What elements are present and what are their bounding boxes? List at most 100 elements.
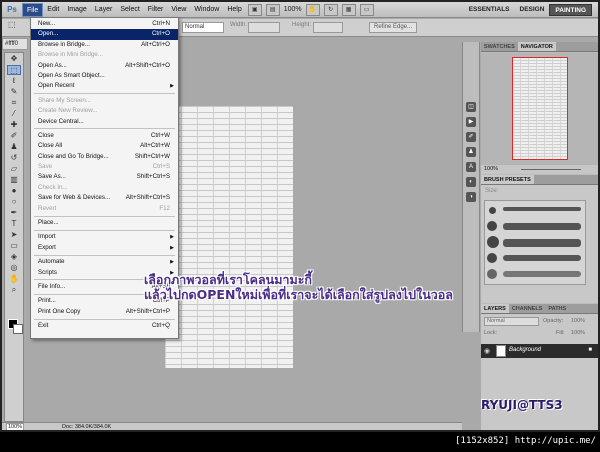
navigator-zoom-value[interactable]: 100% (484, 166, 498, 172)
brush-tool-icon[interactable]: ✐ (7, 131, 21, 141)
history-brush-icon[interactable]: ↺ (7, 153, 21, 163)
file-menu-item-browse-in-bridge[interactable]: Browse in Bridge... Alt+Ctrl+O (31, 40, 178, 50)
marquee-tool-icon[interactable]: ⬚ (8, 20, 16, 29)
brush-panel-icon[interactable]: ✐ (466, 132, 476, 142)
tab-swatches[interactable]: SWATCHES (481, 42, 518, 51)
file-menu-item-close-all[interactable]: Close All Alt+Ctrl+W (31, 141, 178, 151)
workspace-painting[interactable]: PAINTING (549, 3, 592, 16)
document-canvas[interactable] (165, 106, 293, 368)
eraser-tool-icon[interactable]: ▱ (7, 164, 21, 174)
crop-tool-icon[interactable]: ⌗ (7, 98, 21, 108)
history-panel-icon[interactable]: ◫ (466, 102, 476, 112)
character-panel-icon[interactable]: A (466, 162, 476, 172)
file-menu-item-create-new-review[interactable]: Create New Review... (31, 106, 178, 116)
file-menu-item-check-in[interactable]: Check In... (31, 183, 178, 193)
3d-camera-icon[interactable]: ◎ (7, 263, 21, 273)
style-mode-select[interactable]: Normal (182, 22, 224, 33)
actions-panel-icon[interactable]: ▶ (466, 117, 476, 127)
blend-mode-select[interactable]: Normal (484, 317, 539, 326)
adjustments-icon[interactable]: ◑ (466, 192, 476, 202)
zoom-select[interactable]: 100% (284, 6, 302, 13)
brush-preset-item[interactable] (487, 219, 583, 233)
dodge-tool-icon[interactable]: ○ (7, 197, 21, 207)
mini-bridge-icon[interactable]: ▤ (265, 3, 280, 16)
file-menu-item-close-and-go-to-bridge[interactable]: Close and Go To Bridge... Shift+Ctrl+W (31, 152, 178, 162)
tab-navigator[interactable]: NAVIGATOR (517, 42, 556, 51)
blur-tool-icon[interactable]: ● (7, 186, 21, 196)
3d-rotate-icon[interactable]: ◈ (7, 252, 21, 262)
menu-filter[interactable]: Filter (144, 3, 168, 17)
tab-paths[interactable]: PATHS (545, 304, 569, 313)
rotate-view-icon[interactable]: ↻ (323, 3, 338, 16)
file-menu-item-automate[interactable]: Automate ▶ (31, 257, 178, 267)
workspace-essentials[interactable]: ESSENTIALS (464, 4, 515, 16)
lasso-tool-icon[interactable]: ℓ (7, 76, 21, 86)
fill-value[interactable]: 100% (571, 330, 585, 336)
status-zoom[interactable]: 100% (6, 423, 24, 430)
hand-tool-icon[interactable]: ✋ (7, 274, 21, 284)
file-menu-item-import[interactable]: Import ▶ (31, 232, 178, 242)
file-menu-item-save[interactable]: Save Ctrl+S (31, 162, 178, 172)
file-menu-item-print-one-copy[interactable]: Print One Copy Alt+Shift+Ctrl+P (31, 307, 178, 317)
document-tab[interactable]: #ffff0 (2, 38, 28, 50)
opacity-value[interactable]: 100% (571, 318, 585, 324)
file-menu-item-new[interactable]: New... Ctrl+N (31, 19, 178, 29)
menu-layer[interactable]: Layer (91, 3, 117, 17)
tab-channels[interactable]: CHANNELS (509, 304, 546, 313)
pen-tool-icon[interactable]: ✒ (7, 208, 21, 218)
gradient-tool-icon[interactable]: ▥ (7, 175, 21, 185)
workspace-design[interactable]: DESIGN (515, 4, 550, 16)
color-panel-icon[interactable]: ◐ (466, 177, 476, 187)
background-color-swatch[interactable] (13, 324, 23, 334)
navigator-view-box[interactable] (512, 57, 568, 160)
file-menu-item-place[interactable]: Place... (31, 218, 178, 228)
file-menu-item-share-my-screen[interactable]: Share My Screen... (31, 96, 178, 106)
clone-stamp-icon[interactable]: ♟ (7, 142, 21, 152)
zoom-tool-icon[interactable]: ⌕ (7, 285, 21, 295)
file-menu-item-save-as[interactable]: Save As... Shift+Ctrl+S (31, 172, 178, 182)
file-menu-item-revert[interactable]: Revert F12 (31, 204, 178, 214)
hand-view-icon[interactable]: ✋ (305, 3, 320, 16)
layer-row-background[interactable]: ◉ Background ■ (481, 344, 598, 358)
menu-window[interactable]: Window (190, 3, 223, 17)
width-field[interactable] (248, 22, 280, 33)
file-menu-item-browse-in-mini-bridge[interactable]: Browse in Mini Bridge... (31, 50, 178, 60)
quick-select-tool-icon[interactable]: ✎ (7, 87, 21, 97)
brush-preset-item[interactable] (487, 235, 583, 249)
menu-view[interactable]: View (167, 3, 190, 17)
menu-edit[interactable]: Edit (43, 3, 63, 17)
file-menu-item-open-recent[interactable]: Open Recent ▶ (31, 81, 178, 91)
file-menu-item-close[interactable]: Close Ctrl+W (31, 131, 178, 141)
screen-mode-icon[interactable]: ▭ (359, 3, 374, 16)
height-field[interactable] (313, 22, 343, 33)
tab-layers[interactable]: LAYERS (481, 304, 509, 313)
file-menu-item-open[interactable]: Open... Ctrl+O (31, 29, 178, 40)
menu-file[interactable]: File (22, 2, 44, 17)
tab-brush-presets[interactable]: BRUSH PRESETS (481, 175, 534, 184)
file-menu-item-device-central[interactable]: Device Central... (31, 117, 178, 127)
menu-select[interactable]: Select (116, 3, 143, 17)
file-menu-item-export[interactable]: Export ▶ (31, 243, 178, 253)
file-menu-item-save-for-web-devices[interactable]: Save for Web & Devices... Alt+Shift+Ctrl+… (31, 193, 178, 203)
menu-image[interactable]: Image (63, 3, 90, 17)
brush-preset-item[interactable] (487, 203, 583, 217)
eyedropper-tool-icon[interactable]: ⁄ (7, 109, 21, 119)
refine-edge-button[interactable]: Refine Edge... (369, 22, 418, 33)
navigator-zoom-slider[interactable] (521, 169, 581, 170)
visibility-eye-icon[interactable]: ◉ (484, 347, 490, 355)
clone-source-icon[interactable]: ♟ (466, 147, 476, 157)
file-menu-item-exit[interactable]: Exit Ctrl+Q (31, 321, 178, 331)
bridge-icon[interactable]: ▣ (247, 3, 262, 16)
healing-brush-icon[interactable]: ✚ (7, 120, 21, 130)
file-menu-item-open-as-smart-object[interactable]: Open As Smart Object... (31, 71, 178, 81)
type-tool-icon[interactable]: T (7, 219, 21, 229)
menu-help[interactable]: Help (223, 3, 245, 17)
brush-preset-item[interactable] (487, 251, 583, 265)
marquee-tool-icon[interactable]: ⬚ (7, 65, 21, 75)
brush-preset-item[interactable] (487, 267, 583, 281)
move-tool-icon[interactable]: ✥ (7, 54, 21, 64)
path-select-icon[interactable]: ➤ (7, 230, 21, 240)
arrange-docs-icon[interactable]: ▦ (341, 3, 356, 16)
shape-tool-icon[interactable]: ▭ (7, 241, 21, 251)
file-menu-item-open-as[interactable]: Open As... Alt+Shift+Ctrl+O (31, 61, 178, 71)
